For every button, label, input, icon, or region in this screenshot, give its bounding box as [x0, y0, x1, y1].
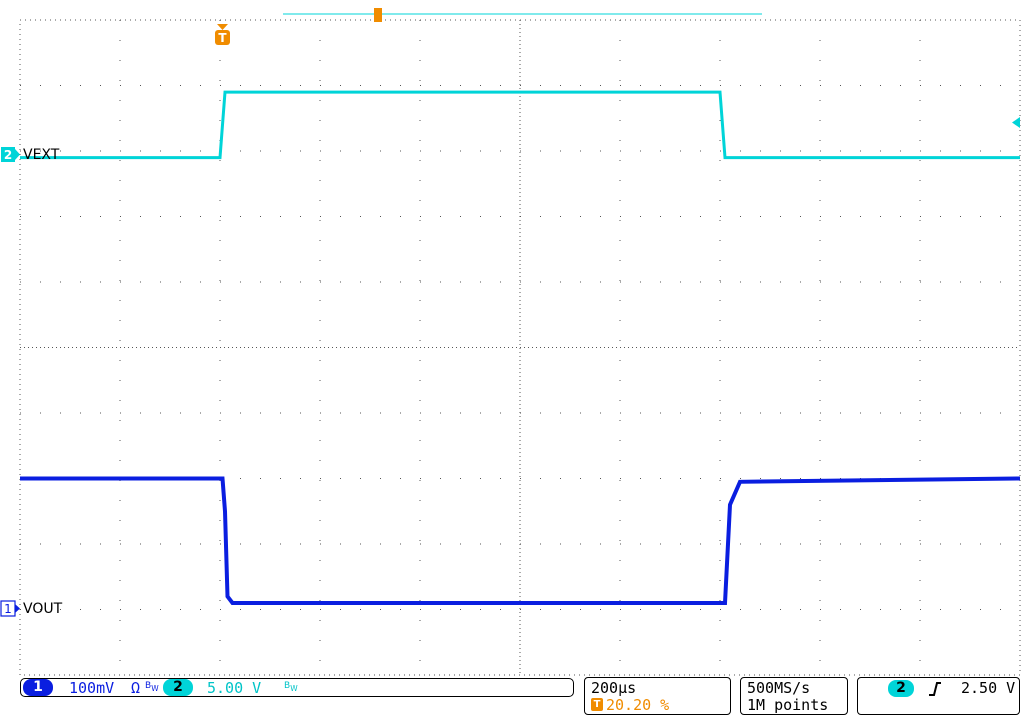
vext-label: VEXT: [23, 147, 60, 163]
ch2-bandwidth-icon: BW: [284, 681, 298, 693]
ch1-badge[interactable]: 1: [23, 679, 53, 696]
ch2-badge[interactable]: 2: [163, 679, 193, 696]
rising-edge-icon: [929, 682, 941, 696]
oscilloscope-display: T 2 VEXT 1 VOUT: [0, 8, 1021, 676]
timebase-panel[interactable]: 200µs T 20.20 %: [584, 677, 731, 715]
channel-settings-panel[interactable]: 1 100mV Ω BW 2 5.00 V BW: [20, 678, 574, 697]
ch1-marker-number: 1: [4, 602, 12, 616]
trigger-level: 2.50 V: [961, 679, 1016, 697]
ch1-bandwidth-icon: BW: [145, 681, 159, 693]
trigger-panel[interactable]: 2 2.50 V: [857, 677, 1020, 715]
trigger-icon: T: [591, 698, 603, 711]
ch1-coupling-icon: Ω: [131, 679, 141, 697]
ch2-scale: 5.00 V: [207, 679, 262, 697]
record-trigger-marker: [374, 8, 382, 22]
record-length: 1M points: [747, 696, 829, 714]
vout-label: VOUT: [23, 601, 63, 617]
trigger-position-symbol: T: [218, 31, 227, 45]
ch1-scale: 100mV: [69, 679, 115, 697]
timebase-value: 200µs: [591, 679, 637, 697]
ch1-ground-marker[interactable]: 1: [0, 600, 20, 617]
sample-rate: 500MS/s: [747, 679, 811, 697]
trigger-position-value: 20.20 %: [606, 696, 670, 714]
ch2-ground-marker[interactable]: 2: [1, 147, 20, 162]
trigger-source-badge: 2: [888, 680, 914, 697]
acquisition-panel[interactable]: 500MS/s 1M points: [740, 677, 848, 715]
ch2-marker-number: 2: [4, 148, 12, 162]
